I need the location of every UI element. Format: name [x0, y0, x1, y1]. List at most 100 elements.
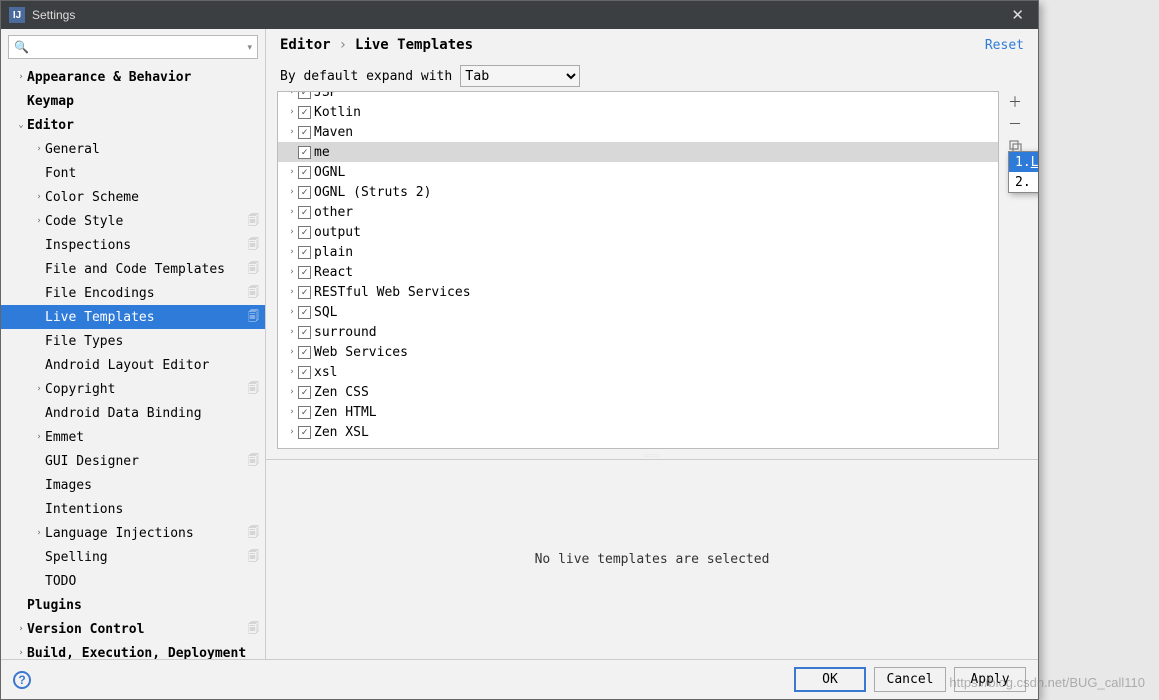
nav-item[interactable]: Live Templates🗐	[1, 305, 265, 329]
apply-button[interactable]: Apply	[954, 667, 1026, 692]
expand-select[interactable]: Tab	[460, 65, 580, 87]
popup-item[interactable]: 2. Template Group...	[1009, 172, 1038, 192]
template-row[interactable]: ›✓OGNL (Struts 2)	[278, 182, 998, 202]
ok-button[interactable]: OK	[794, 667, 866, 692]
nav-item[interactable]: ›Build, Execution, Deployment	[1, 641, 265, 659]
nav-item[interactable]: ⌄Editor	[1, 113, 265, 137]
nav-item[interactable]: Spelling🗐	[1, 545, 265, 569]
template-row[interactable]: ›✓Kotlin	[278, 102, 998, 122]
expander-icon[interactable]: ›	[15, 648, 27, 658]
template-row[interactable]: ›✓other	[278, 202, 998, 222]
nav-item[interactable]: ›Color Scheme	[1, 185, 265, 209]
expander-icon[interactable]: ›	[286, 287, 298, 297]
checkbox[interactable]: ✓	[298, 206, 311, 219]
template-row[interactable]: ›✓Zen CSS	[278, 382, 998, 402]
search-box[interactable]: 🔍 ▾	[8, 35, 258, 59]
nav-tree[interactable]: ›Appearance & BehaviorKeymap⌄Editor›Gene…	[1, 65, 265, 659]
nav-item[interactable]: File and Code Templates🗐	[1, 257, 265, 281]
expander-icon[interactable]: ›	[286, 167, 298, 177]
help-button[interactable]: ?	[13, 671, 31, 689]
template-row[interactable]: ›✓Zen XSL	[278, 422, 998, 442]
expander-icon[interactable]: ›	[286, 107, 298, 117]
expander-icon[interactable]: ›	[33, 192, 45, 202]
template-row[interactable]: ›✓React	[278, 262, 998, 282]
expander-icon[interactable]: ›	[286, 407, 298, 417]
expander-icon[interactable]: ›	[286, 347, 298, 357]
nav-item[interactable]: ›Language Injections🗐	[1, 521, 265, 545]
expander-icon[interactable]: ›	[286, 227, 298, 237]
expander-icon[interactable]: ›	[286, 327, 298, 337]
checkbox[interactable]: ✓	[298, 346, 311, 359]
template-row[interactable]: ›✓Maven	[278, 122, 998, 142]
template-row[interactable]: ›✓OGNL	[278, 162, 998, 182]
expander-icon[interactable]: ›	[286, 247, 298, 257]
nav-item[interactable]: Plugins	[1, 593, 265, 617]
expander-icon[interactable]: ›	[286, 427, 298, 437]
template-row[interactable]: ›✓Zen HTML	[278, 402, 998, 422]
expander-icon[interactable]: ›	[286, 267, 298, 277]
expander-icon[interactable]: ›	[286, 91, 298, 97]
checkbox[interactable]: ✓	[298, 386, 311, 399]
expander-icon[interactable]: ›	[33, 144, 45, 154]
expander-icon[interactable]: ⌄	[15, 120, 27, 130]
checkbox[interactable]: ✓	[298, 426, 311, 439]
chevron-down-icon[interactable]: ▾	[247, 42, 252, 53]
checkbox[interactable]: ✓	[298, 406, 311, 419]
template-row[interactable]: ›✓plain	[278, 242, 998, 262]
nav-item[interactable]: ›Appearance & Behavior	[1, 65, 265, 89]
nav-item[interactable]: TODO	[1, 569, 265, 593]
reset-link[interactable]: Reset	[985, 38, 1024, 53]
checkbox[interactable]: ✓	[298, 306, 311, 319]
search-input[interactable]	[33, 40, 248, 54]
cancel-button[interactable]: Cancel	[874, 667, 946, 692]
checkbox[interactable]: ✓	[298, 186, 311, 199]
template-tree[interactable]: ›✓JSP›✓Kotlin›✓Maven✓me›✓OGNL›✓OGNL (Str…	[277, 91, 999, 449]
expander-icon[interactable]: ›	[286, 387, 298, 397]
nav-item[interactable]: Keymap	[1, 89, 265, 113]
popup-item[interactable]: 1. Live Template	[1009, 152, 1038, 172]
checkbox[interactable]: ✓	[298, 246, 311, 259]
expander-icon[interactable]: ›	[33, 384, 45, 394]
nav-item[interactable]: Inspections🗐	[1, 233, 265, 257]
nav-item[interactable]: GUI Designer🗐	[1, 449, 265, 473]
expander-icon[interactable]: ›	[15, 72, 27, 82]
nav-item[interactable]: File Types	[1, 329, 265, 353]
template-row[interactable]: ›✓xsl	[278, 362, 998, 382]
checkbox[interactable]: ✓	[298, 166, 311, 179]
nav-item[interactable]: Images	[1, 473, 265, 497]
expander-icon[interactable]: ›	[33, 528, 45, 538]
nav-item[interactable]: File Encodings🗐	[1, 281, 265, 305]
remove-button[interactable]: －	[1003, 113, 1027, 135]
checkbox[interactable]: ✓	[298, 126, 311, 139]
close-icon[interactable]: ✕	[1005, 4, 1030, 26]
checkbox[interactable]: ✓	[298, 286, 311, 299]
template-row[interactable]: ✓me	[278, 142, 998, 162]
nav-item[interactable]: Font	[1, 161, 265, 185]
template-row[interactable]: ›✓JSP	[278, 91, 998, 102]
nav-item[interactable]: Intentions	[1, 497, 265, 521]
expander-icon[interactable]: ›	[33, 432, 45, 442]
expander-icon[interactable]: ›	[286, 307, 298, 317]
expander-icon[interactable]: ›	[286, 367, 298, 377]
template-row[interactable]: ›✓output	[278, 222, 998, 242]
expander-icon[interactable]: ›	[286, 127, 298, 137]
checkbox[interactable]: ✓	[298, 226, 311, 239]
nav-item[interactable]: ›Copyright🗐	[1, 377, 265, 401]
checkbox[interactable]: ✓	[298, 266, 311, 279]
checkbox[interactable]: ✓	[298, 326, 311, 339]
nav-item[interactable]: ›General	[1, 137, 265, 161]
checkbox[interactable]: ✓	[298, 91, 311, 99]
nav-item[interactable]: ›Emmet	[1, 425, 265, 449]
template-row[interactable]: ›✓RESTful Web Services	[278, 282, 998, 302]
expander-icon[interactable]: ›	[15, 624, 27, 634]
checkbox[interactable]: ✓	[298, 106, 311, 119]
nav-item[interactable]: ›Code Style🗐	[1, 209, 265, 233]
expander-icon[interactable]: ›	[33, 216, 45, 226]
nav-item[interactable]: Android Data Binding	[1, 401, 265, 425]
checkbox[interactable]: ✓	[298, 366, 311, 379]
expander-icon[interactable]: ›	[286, 187, 298, 197]
template-row[interactable]: ›✓surround	[278, 322, 998, 342]
nav-item[interactable]: ›Version Control🗐	[1, 617, 265, 641]
template-row[interactable]: ›✓Web Services	[278, 342, 998, 362]
template-row[interactable]: ›✓SQL	[278, 302, 998, 322]
